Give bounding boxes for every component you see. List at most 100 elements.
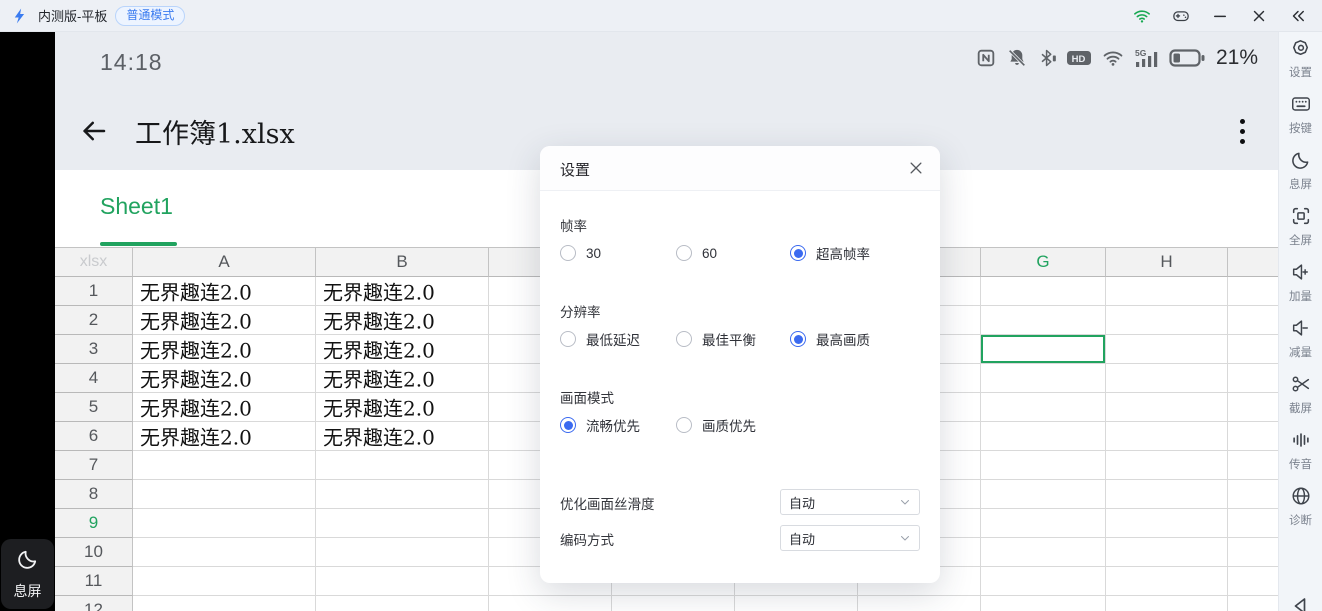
- cell-A12[interactable]: [133, 596, 316, 611]
- cell-H12[interactable]: [1106, 596, 1228, 611]
- radio-option-流畅优先[interactable]: 流畅优先: [560, 413, 640, 437]
- radio-option-超高帧率[interactable]: 超高帧率: [790, 241, 870, 265]
- cell-G3[interactable]: [981, 335, 1106, 364]
- sidebar-item-scissors[interactable]: 截屏: [1279, 373, 1322, 429]
- cell-B7[interactable]: [316, 451, 489, 480]
- row-header-5[interactable]: 5: [55, 393, 133, 422]
- cell-B3[interactable]: 无界趣连2.0: [316, 335, 489, 364]
- radio-option-30[interactable]: 30: [560, 241, 601, 265]
- dropdown-select-smoothness[interactable]: 自动: [780, 489, 920, 515]
- cell-G5[interactable]: [981, 393, 1106, 422]
- cell-A10[interactable]: [133, 538, 316, 567]
- cell-B1[interactable]: 无界趣连2.0: [316, 277, 489, 306]
- dropdown-select-encoding[interactable]: 自动: [780, 525, 920, 551]
- cell-D12[interactable]: [612, 596, 735, 611]
- cell-G4[interactable]: [981, 364, 1106, 393]
- cell-H10[interactable]: [1106, 538, 1228, 567]
- cell-G8[interactable]: [981, 480, 1106, 509]
- close-icon[interactable]: [1249, 6, 1269, 26]
- cell-G9[interactable]: [981, 509, 1106, 538]
- row-header-6[interactable]: 6: [55, 422, 133, 451]
- cell-I10[interactable]: [1228, 538, 1278, 567]
- cell-A9[interactable]: [133, 509, 316, 538]
- sidebar-item-settings[interactable]: 设置: [1279, 37, 1322, 93]
- cell-H6[interactable]: [1106, 422, 1228, 451]
- cell-G7[interactable]: [981, 451, 1106, 480]
- sidebar-item-keys[interactable]: 按键: [1279, 93, 1322, 149]
- radio-option-最低延迟[interactable]: 最低延迟: [560, 327, 640, 351]
- row-header-1[interactable]: 1: [55, 277, 133, 306]
- cell-H11[interactable]: [1106, 567, 1228, 596]
- cell-I6[interactable]: [1228, 422, 1278, 451]
- cell-I1[interactable]: [1228, 277, 1278, 306]
- cell-A2[interactable]: 无界趣连2.0: [133, 306, 316, 335]
- radio-option-最佳平衡[interactable]: 最佳平衡: [676, 327, 756, 351]
- cell-A3[interactable]: 无界趣连2.0: [133, 335, 316, 364]
- cell-A8[interactable]: [133, 480, 316, 509]
- cell-A1[interactable]: 无界趣连2.0: [133, 277, 316, 306]
- cell-I9[interactable]: [1228, 509, 1278, 538]
- sidebar-item-waveform[interactable]: 传音: [1279, 429, 1322, 485]
- cell-I8[interactable]: [1228, 480, 1278, 509]
- column-header-I[interactable]: I: [1228, 247, 1278, 277]
- cell-I12[interactable]: [1228, 596, 1278, 611]
- sidebar-item-moon[interactable]: 息屏: [1279, 149, 1322, 205]
- sheet-tab[interactable]: Sheet1: [100, 193, 173, 220]
- cell-H3[interactable]: [1106, 335, 1228, 364]
- cell-B10[interactable]: [316, 538, 489, 567]
- cell-I3[interactable]: [1228, 335, 1278, 364]
- sidebar-item-volume-up[interactable]: 加量: [1279, 261, 1322, 317]
- cell-B9[interactable]: [316, 509, 489, 538]
- collapse-sidebar-icon[interactable]: [1288, 6, 1308, 26]
- row-header-9[interactable]: 9: [55, 509, 133, 538]
- cell-A7[interactable]: [133, 451, 316, 480]
- cell-B5[interactable]: 无界趣连2.0: [316, 393, 489, 422]
- row-header-8[interactable]: 8: [55, 480, 133, 509]
- cell-A11[interactable]: [133, 567, 316, 596]
- row-header-10[interactable]: 10: [55, 538, 133, 567]
- cell-B11[interactable]: [316, 567, 489, 596]
- sidebar-item-fullscreen[interactable]: 全屏: [1279, 205, 1322, 261]
- row-header-2[interactable]: 2: [55, 306, 133, 335]
- row-header-11[interactable]: 11: [55, 567, 133, 596]
- cell-I4[interactable]: [1228, 364, 1278, 393]
- cell-B6[interactable]: 无界趣连2.0: [316, 422, 489, 451]
- grid-corner-cell[interactable]: xlsx: [55, 247, 133, 277]
- cell-B8[interactable]: [316, 480, 489, 509]
- column-header-B[interactable]: B: [316, 247, 489, 277]
- cell-G11[interactable]: [981, 567, 1106, 596]
- mode-badge[interactable]: 普通模式: [115, 6, 185, 26]
- cell-H4[interactable]: [1106, 364, 1228, 393]
- cell-H7[interactable]: [1106, 451, 1228, 480]
- row-header-12[interactable]: 12: [55, 596, 133, 611]
- more-menu-icon[interactable]: [1235, 114, 1249, 148]
- cell-I11[interactable]: [1228, 567, 1278, 596]
- back-arrow-icon[interactable]: [79, 116, 109, 146]
- cell-H8[interactable]: [1106, 480, 1228, 509]
- dialog-close-icon[interactable]: [907, 159, 925, 177]
- cell-G10[interactable]: [981, 538, 1106, 567]
- cell-I5[interactable]: [1228, 393, 1278, 422]
- column-header-G[interactable]: G: [981, 247, 1106, 277]
- sidebar-item-globe[interactable]: 诊断: [1279, 485, 1322, 541]
- cell-B2[interactable]: 无界趣连2.0: [316, 306, 489, 335]
- cell-I2[interactable]: [1228, 306, 1278, 335]
- cell-E12[interactable]: [735, 596, 858, 611]
- cell-F12[interactable]: [858, 596, 981, 611]
- cell-H5[interactable]: [1106, 393, 1228, 422]
- cell-B4[interactable]: 无界趣连2.0: [316, 364, 489, 393]
- row-header-7[interactable]: 7: [55, 451, 133, 480]
- row-header-3[interactable]: 3: [55, 335, 133, 364]
- cell-B12[interactable]: [316, 596, 489, 611]
- row-header-4[interactable]: 4: [55, 364, 133, 393]
- cell-G1[interactable]: [981, 277, 1106, 306]
- radio-option-画质优先[interactable]: 画质优先: [676, 413, 756, 437]
- android-back-icon[interactable]: [1289, 594, 1313, 611]
- cell-A6[interactable]: 无界趣连2.0: [133, 422, 316, 451]
- cell-H2[interactable]: [1106, 306, 1228, 335]
- sidebar-item-volume-down[interactable]: 减量: [1279, 317, 1322, 373]
- cell-G12[interactable]: [981, 596, 1106, 611]
- cell-G2[interactable]: [981, 306, 1106, 335]
- gamepad-icon[interactable]: [1171, 6, 1191, 26]
- radio-option-60[interactable]: 60: [676, 241, 717, 265]
